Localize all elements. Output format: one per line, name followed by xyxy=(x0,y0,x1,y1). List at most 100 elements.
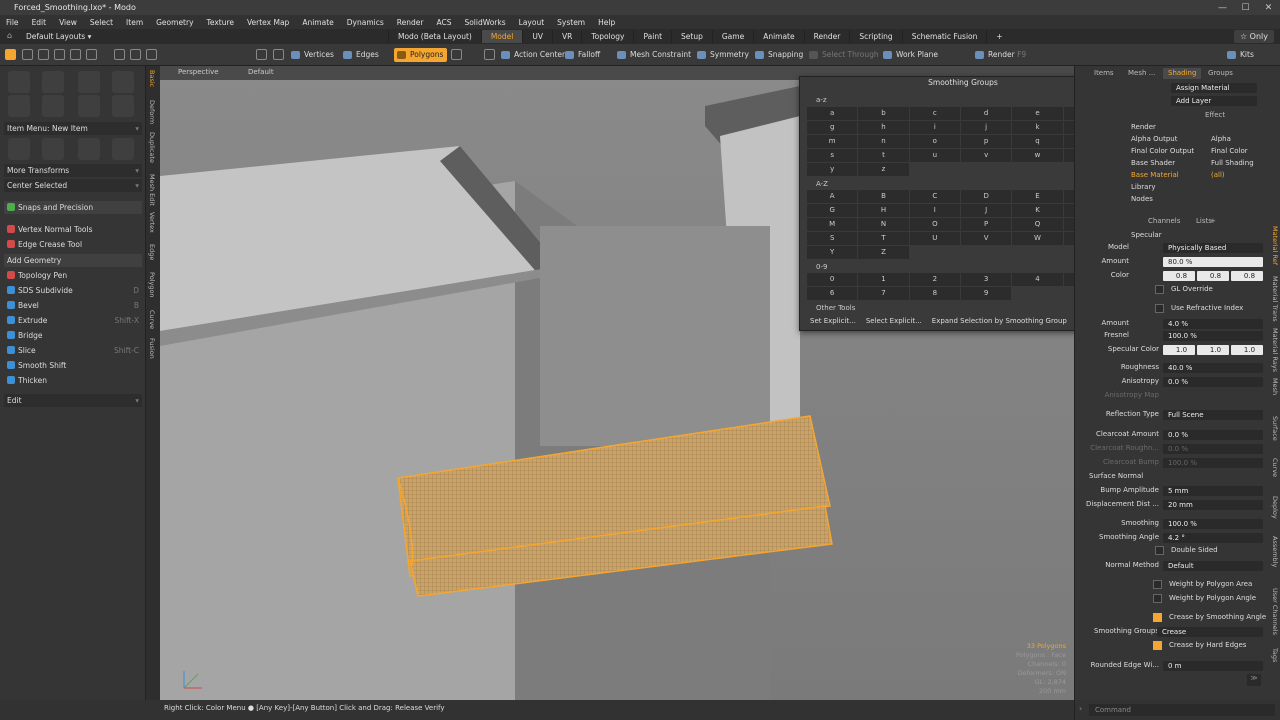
smoothing-groups-dropdown[interactable]: Crease xyxy=(1157,627,1263,637)
vtab-duplicate[interactable]: Duplicate xyxy=(148,132,156,163)
group-z-button[interactable]: z xyxy=(858,163,909,176)
right-vtab[interactable]: Mesh xyxy=(1271,378,1279,395)
color-g-field[interactable]: 0.8 xyxy=(1197,271,1229,281)
shader-layer[interactable]: Render xyxy=(1131,123,1156,131)
smoothing-angle-field[interactable]: 4.2 ° xyxy=(1163,533,1263,543)
vertices-button[interactable]: Vertices xyxy=(288,48,338,62)
sphere-icon[interactable] xyxy=(42,71,64,93)
shading-dropdown[interactable]: Default xyxy=(248,68,274,76)
menu-file[interactable]: File xyxy=(6,18,19,27)
group-upper-J-button[interactable]: J xyxy=(960,204,1012,217)
vertex-normal-tools-button[interactable]: Vertex Normal Tools xyxy=(4,223,142,236)
transform-icon[interactable] xyxy=(70,49,81,60)
rounded-edge-field[interactable]: 0 m xyxy=(1163,661,1263,671)
group-upper-B-button[interactable]: B xyxy=(858,190,909,203)
group-upper-Y-button[interactable]: Y xyxy=(807,246,858,259)
group-c-button[interactable]: c xyxy=(909,107,960,120)
move-icon[interactable] xyxy=(22,49,33,60)
tab-vr[interactable]: VR xyxy=(551,30,581,43)
menu-edit[interactable]: Edit xyxy=(32,18,47,27)
render-button[interactable]: Render F9 xyxy=(972,48,1030,62)
group-d-button[interactable]: d xyxy=(960,107,1012,120)
vtab-mesh-edit[interactable]: Mesh Edit xyxy=(148,174,156,206)
group-upper-M-button[interactable]: M xyxy=(807,218,858,231)
menu-render[interactable]: Render xyxy=(397,18,424,27)
auto-select-icon[interactable] xyxy=(256,49,267,60)
amount-field[interactable]: 80.0 % xyxy=(1163,257,1263,267)
menu-acs[interactable]: ACS xyxy=(436,18,451,27)
group-upper-Q-button[interactable]: Q xyxy=(1012,218,1063,231)
tab-game[interactable]: Game xyxy=(711,30,753,43)
group-n-button[interactable]: n xyxy=(858,135,909,148)
color-b-field[interactable]: 0.8 xyxy=(1231,271,1263,281)
right-vtab[interactable]: Deploy xyxy=(1271,496,1279,519)
cube-icon[interactable] xyxy=(8,71,30,93)
group-y-button[interactable]: y xyxy=(807,163,858,176)
group-b-button[interactable]: b xyxy=(858,107,909,120)
right-vtab[interactable]: Tags xyxy=(1271,648,1279,662)
tab-channels[interactable]: Channels xyxy=(1143,216,1185,227)
group-upper-G-button[interactable]: G xyxy=(807,204,858,217)
vtab-vertex[interactable]: Vertex xyxy=(148,212,156,233)
group-digit-0-button[interactable]: 0 xyxy=(807,273,858,286)
polygons-button[interactable]: Polygons xyxy=(394,48,448,62)
right-vtab[interactable]: Material Rays xyxy=(1271,328,1279,372)
camera-icon[interactable] xyxy=(146,49,157,60)
view-dropdown[interactable]: Perspective xyxy=(178,68,219,76)
group-k-button[interactable]: k xyxy=(1012,121,1063,134)
clearcoat-rough-field[interactable]: 0.0 % xyxy=(1163,444,1263,454)
vtab-deform[interactable]: Deform xyxy=(148,100,156,124)
vtab-basic[interactable]: Basic xyxy=(148,70,156,87)
snaps-precision-button[interactable]: Snaps and Precision xyxy=(4,201,142,214)
minimize-icon[interactable]: — xyxy=(1211,0,1234,15)
color-r-field[interactable]: 0.8 xyxy=(1163,271,1195,281)
tab-setup[interactable]: Setup xyxy=(671,30,712,43)
right-vtab[interactable]: Material Ref xyxy=(1271,226,1279,265)
group-p-button[interactable]: p xyxy=(960,135,1012,148)
tab-shading[interactable]: Shading xyxy=(1163,68,1202,79)
add-tab-button[interactable]: + xyxy=(1205,216,1221,227)
select-through-button[interactable]: Select Through xyxy=(806,48,883,62)
edge-crease-tool-button[interactable]: Edge Crease Tool xyxy=(4,238,142,251)
group-g-button[interactable]: g xyxy=(807,121,858,134)
tool-topology-pen[interactable]: Topology Pen xyxy=(4,269,142,282)
item-menu-dropdown[interactable]: Item Menu: New Item ▾ xyxy=(4,122,142,135)
group-upper-N-button[interactable]: N xyxy=(858,218,909,231)
weight-area-checkbox[interactable] xyxy=(1153,580,1162,589)
work-plane-button[interactable]: Work Plane xyxy=(880,48,942,62)
tool-sds-subdivide[interactable]: SDS Subdivide D xyxy=(4,284,142,297)
group-upper-A-button[interactable]: A xyxy=(807,190,858,203)
tool-smooth-shift[interactable]: Smooth Shift xyxy=(4,359,142,372)
home-icon[interactable]: ⌂ xyxy=(7,31,12,40)
section-uppercase[interactable]: A-Z xyxy=(816,180,828,188)
tool-thicken[interactable]: Thicken xyxy=(4,374,142,387)
tab-schematic-fusion[interactable]: Schematic Fusion xyxy=(901,30,987,43)
plane-icon[interactable] xyxy=(78,95,100,117)
shader-layer-effect[interactable]: Alpha xyxy=(1211,135,1231,143)
group-a-button[interactable]: a xyxy=(807,107,858,120)
symmetry-button[interactable]: Symmetry xyxy=(694,48,753,62)
reflection-type-dropdown[interactable]: Full Scene xyxy=(1163,410,1263,420)
bump-amplitude-field[interactable]: 5 mm xyxy=(1163,486,1263,496)
group-digit-2-button[interactable]: 2 xyxy=(909,273,960,286)
shader-layer[interactable]: Base Shader xyxy=(1131,159,1175,167)
vtab-curve[interactable]: Curve xyxy=(148,310,156,329)
menu-texture[interactable]: Texture xyxy=(207,18,234,27)
tool-slice[interactable]: Slice Shift-C xyxy=(4,344,142,357)
torus-icon[interactable] xyxy=(8,95,30,117)
smoothing-field[interactable]: 100.0 % xyxy=(1163,519,1263,529)
tab-animate[interactable]: Animate xyxy=(753,30,803,43)
group-digit-9-button[interactable]: 9 xyxy=(960,287,1012,300)
spec-color-r-field[interactable]: 1.0 xyxy=(1163,345,1195,355)
scale-tool-icon[interactable] xyxy=(112,138,134,160)
group-digit-7-button[interactable]: 7 xyxy=(858,287,909,300)
right-vtab[interactable]: Curve xyxy=(1271,458,1279,477)
text-icon[interactable] xyxy=(112,95,134,117)
tab-paint[interactable]: Paint xyxy=(633,30,671,43)
tab-model[interactable]: Model xyxy=(480,30,523,43)
command-input[interactable]: Command xyxy=(1089,704,1275,716)
section-other-tools[interactable]: Other Tools xyxy=(816,304,855,312)
layouts-dropdown[interactable]: Default Layouts ▾ xyxy=(26,32,91,41)
spec-amount-field[interactable]: 4.0 % xyxy=(1163,319,1263,329)
group-t-button[interactable]: t xyxy=(858,149,909,162)
